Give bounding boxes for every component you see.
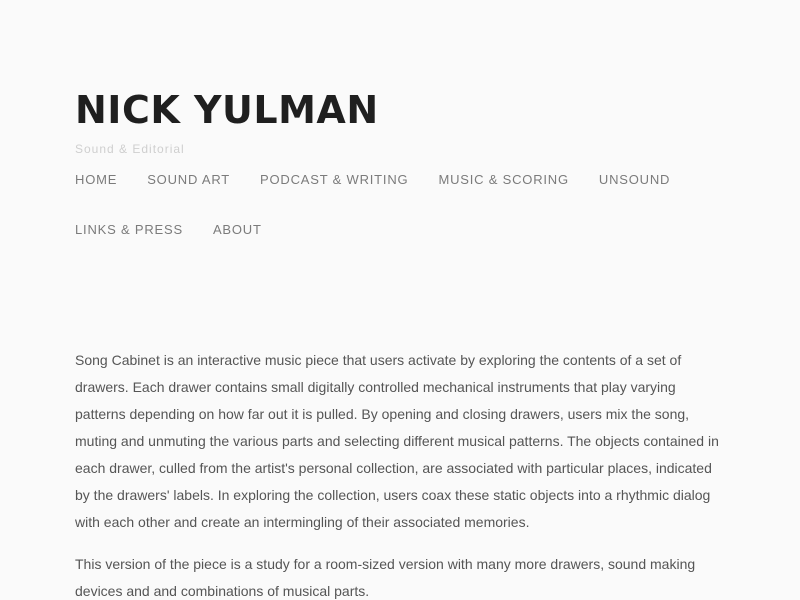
nav-item-podcast-writing[interactable]: PODCAST & WRITING — [260, 170, 408, 190]
nav-item-sound-art[interactable]: SOUND ART — [147, 170, 230, 190]
content-paragraph: This version of the piece is a study for… — [75, 556, 696, 599]
main-content: Song Cabinet is an interactive music pie… — [75, 347, 730, 600]
nav-item-home[interactable]: HOME — [75, 170, 117, 190]
page: NICK YULMAN Sound & Editorial HOME SOUND… — [0, 0, 800, 600]
nav-item-unsound[interactable]: UNSOUND — [599, 170, 670, 190]
nav-item-links-press[interactable]: LINKS & PRESS — [75, 220, 183, 240]
site-tagline: Sound & Editorial — [75, 142, 185, 156]
site-header: NICK YULMAN Sound & Editorial HOME SOUND… — [75, 86, 755, 240]
nav-item-about[interactable]: ABOUT — [213, 220, 262, 240]
site-title[interactable]: NICK YULMAN — [75, 86, 755, 134]
main-nav: HOME SOUND ART PODCAST & WRITING MUSIC &… — [75, 170, 695, 240]
content-paragraph: Song Cabinet is an interactive music pie… — [75, 352, 719, 530]
nav-item-music-scoring[interactable]: MUSIC & SCORING — [438, 170, 568, 190]
